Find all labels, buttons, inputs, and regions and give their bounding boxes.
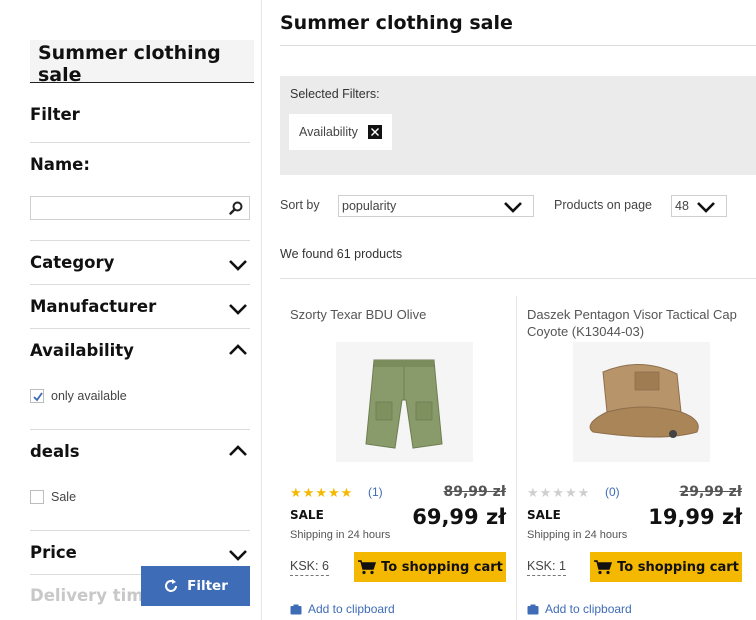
clipboard-icon xyxy=(527,604,539,614)
divider xyxy=(280,278,756,279)
divider xyxy=(30,530,250,531)
availability-toggle[interactable]: Availability xyxy=(30,341,134,360)
shipping-info: Shipping in 24 hours xyxy=(527,529,628,541)
ksk-code: KSK: 1 xyxy=(527,559,566,576)
add-to-cart-button[interactable]: To shopping cart xyxy=(354,552,506,582)
filter-button-label: Filter xyxy=(187,578,228,594)
shorts-image[interactable] xyxy=(336,342,473,462)
products-per-page-select[interactable]: 48 xyxy=(671,195,727,217)
add-to-clipboard-link[interactable]: Add to clipboard xyxy=(290,602,395,616)
divider xyxy=(30,284,250,285)
star-icon: ★ xyxy=(340,485,353,500)
star-icon: ★ xyxy=(564,485,577,500)
visor-cap-image[interactable] xyxy=(573,342,710,462)
checkmark-icon xyxy=(33,392,43,402)
sidebar-title: Summer clothing sale xyxy=(30,40,254,86)
chevron-up-icon[interactable] xyxy=(228,343,248,357)
selected-filters-label: Selected Filters: xyxy=(290,87,380,101)
products-per-page-label: Products on page xyxy=(554,198,652,212)
sort-select[interactable]: popularity xyxy=(338,195,534,217)
product-card[interactable]: Szorty Texar BDU Olive ★ ★ ★ ★ ★ (1) 89,… xyxy=(290,296,506,620)
sale-checkbox[interactable] xyxy=(30,490,44,504)
product-card[interactable]: Daszek Pentagon Visor Tactical Cap Coyot… xyxy=(527,296,742,620)
card-divider xyxy=(516,296,517,620)
add-to-clipboard-link[interactable]: Add to clipboard xyxy=(527,602,632,616)
old-price: 89,99 zł xyxy=(443,484,506,500)
filter-sidebar: Summer clothing sale Filter Name: Catego… xyxy=(0,0,262,620)
search-icon[interactable] xyxy=(229,201,243,215)
name-label: Name: xyxy=(30,155,90,174)
star-icon: ★ xyxy=(527,485,539,500)
price-toggle[interactable]: Price xyxy=(30,543,77,562)
rating-stars: ★ ★ ★ ★ ★ xyxy=(527,486,589,499)
cart-icon xyxy=(358,560,377,575)
shipping-info: Shipping in 24 hours xyxy=(290,529,391,541)
clipboard-icon xyxy=(290,604,302,614)
deals-toggle[interactable]: deals xyxy=(30,442,80,461)
sale-badge: SALE xyxy=(527,508,561,522)
result-count: We found 61 products xyxy=(280,247,403,261)
chevron-down-icon[interactable] xyxy=(228,548,248,562)
name-search-field[interactable] xyxy=(30,196,250,220)
star-icon: ★ xyxy=(539,485,552,500)
only-available-checkbox[interactable] xyxy=(30,389,44,403)
star-icon: ★ xyxy=(315,485,327,500)
filter-heading: Filter xyxy=(30,105,80,124)
chevron-down-icon[interactable] xyxy=(228,258,248,272)
review-count-link[interactable]: (1) xyxy=(368,485,383,499)
products-per-page-value: 48 xyxy=(675,199,689,213)
delivery-time-toggle[interactable]: Delivery time xyxy=(30,586,155,605)
chevron-down-icon xyxy=(697,202,715,213)
star-icon: ★ xyxy=(577,485,590,500)
page-title: Summer clothing sale xyxy=(280,12,513,34)
sale-checkbox-row[interactable]: Sale xyxy=(30,490,76,504)
old-price: 29,99 zł xyxy=(679,484,742,500)
only-available-label: only available xyxy=(51,389,127,403)
divider xyxy=(30,328,250,329)
clipboard-label: Add to clipboard xyxy=(308,602,395,616)
cart-button-label: To shopping cart xyxy=(617,559,739,575)
review-count-link[interactable]: (0) xyxy=(605,485,620,499)
divider xyxy=(280,45,756,46)
add-to-cart-button[interactable]: To shopping cart xyxy=(590,552,742,582)
refresh-icon xyxy=(165,579,178,592)
filter-chip-availability[interactable]: Availability xyxy=(289,114,392,150)
product-name[interactable]: Szorty Texar BDU Olive xyxy=(290,306,510,323)
rating-stars: ★ ★ ★ ★ ★ xyxy=(290,486,352,499)
chevron-down-icon xyxy=(504,202,522,213)
star-icon: ★ xyxy=(327,485,340,500)
cart-icon xyxy=(594,560,613,575)
divider xyxy=(30,429,250,430)
divider xyxy=(30,240,250,241)
star-icon: ★ xyxy=(290,485,302,500)
cart-button-label: To shopping cart xyxy=(381,559,503,575)
manufacturer-toggle[interactable]: Manufacturer xyxy=(30,297,156,316)
star-icon: ★ xyxy=(552,485,564,500)
sort-select-value: popularity xyxy=(342,199,397,213)
price: 69,99 zł xyxy=(412,505,506,529)
category-toggle[interactable]: Category xyxy=(30,253,114,272)
sidebar-divider xyxy=(261,0,262,620)
filter-button[interactable]: Filter xyxy=(141,566,250,606)
only-available-checkbox-row[interactable]: only available xyxy=(30,389,127,403)
sale-label: Sale xyxy=(51,490,77,504)
chevron-up-icon[interactable] xyxy=(228,444,248,458)
page: Summer clothing sale Filter Name: Catego… xyxy=(0,0,756,620)
name-search-input[interactable] xyxy=(31,197,221,219)
star-icon: ★ xyxy=(302,485,315,500)
sort-by-label: Sort by xyxy=(280,198,320,212)
ksk-code: KSK: 6 xyxy=(290,559,329,576)
filter-chip-label: Availability xyxy=(299,125,358,139)
price: 19,99 zł xyxy=(648,505,742,529)
selected-filters-panel: Selected Filters: Availability xyxy=(280,76,756,175)
product-name[interactable]: Daszek Pentagon Visor Tactical Cap Coyot… xyxy=(527,306,747,340)
divider xyxy=(30,142,250,143)
clipboard-label: Add to clipboard xyxy=(545,602,632,616)
chevron-down-icon[interactable] xyxy=(228,302,248,316)
remove-filter-icon[interactable] xyxy=(367,125,382,139)
sale-badge: SALE xyxy=(290,508,324,522)
